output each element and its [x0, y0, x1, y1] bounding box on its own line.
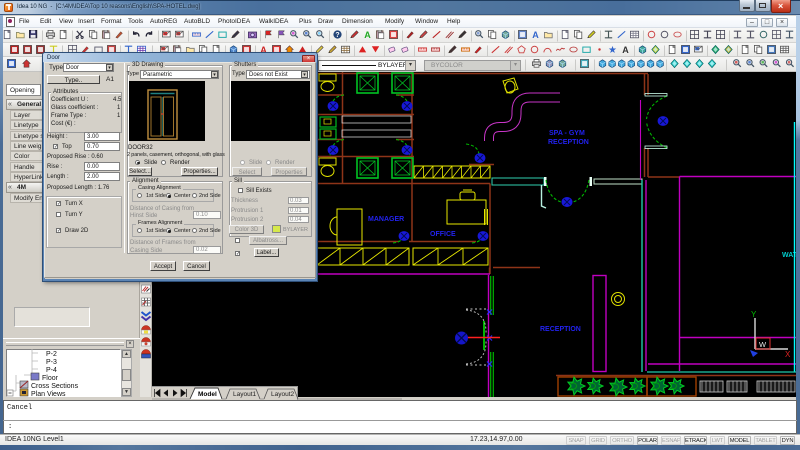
svg-text:X: X	[785, 350, 791, 359]
svg-text:Plan Views: Plan Views	[31, 391, 66, 397]
svg-text:Floor: Floor	[42, 375, 59, 382]
svg-text:W: W	[759, 340, 767, 349]
svg-text:A: A	[364, 30, 371, 40]
svg-text:P-3: P-3	[46, 359, 57, 366]
svg-text:Layout2: Layout2	[271, 391, 295, 398]
svg-text:RECEPTION: RECEPTION	[548, 139, 589, 146]
svg-text:Y: Y	[751, 310, 757, 319]
svg-text:Model: Model	[198, 391, 217, 398]
svg-text:OFFICE: OFFICE	[430, 231, 456, 238]
svg-text:A: A	[622, 45, 629, 55]
svg-text:RECEPTION: RECEPTION	[540, 326, 581, 333]
svg-text:SPA - GYM: SPA - GYM	[549, 130, 585, 137]
svg-text:Cross Sections: Cross Sections	[31, 383, 79, 390]
svg-text:?: ?	[335, 32, 339, 39]
svg-text:A: A	[532, 30, 539, 40]
svg-text:P-4: P-4	[46, 367, 57, 374]
svg-text:P-2: P-2	[46, 351, 57, 358]
svg-text:Layout1: Layout1	[233, 391, 257, 398]
svg-text:MANAGER: MANAGER	[368, 216, 404, 223]
